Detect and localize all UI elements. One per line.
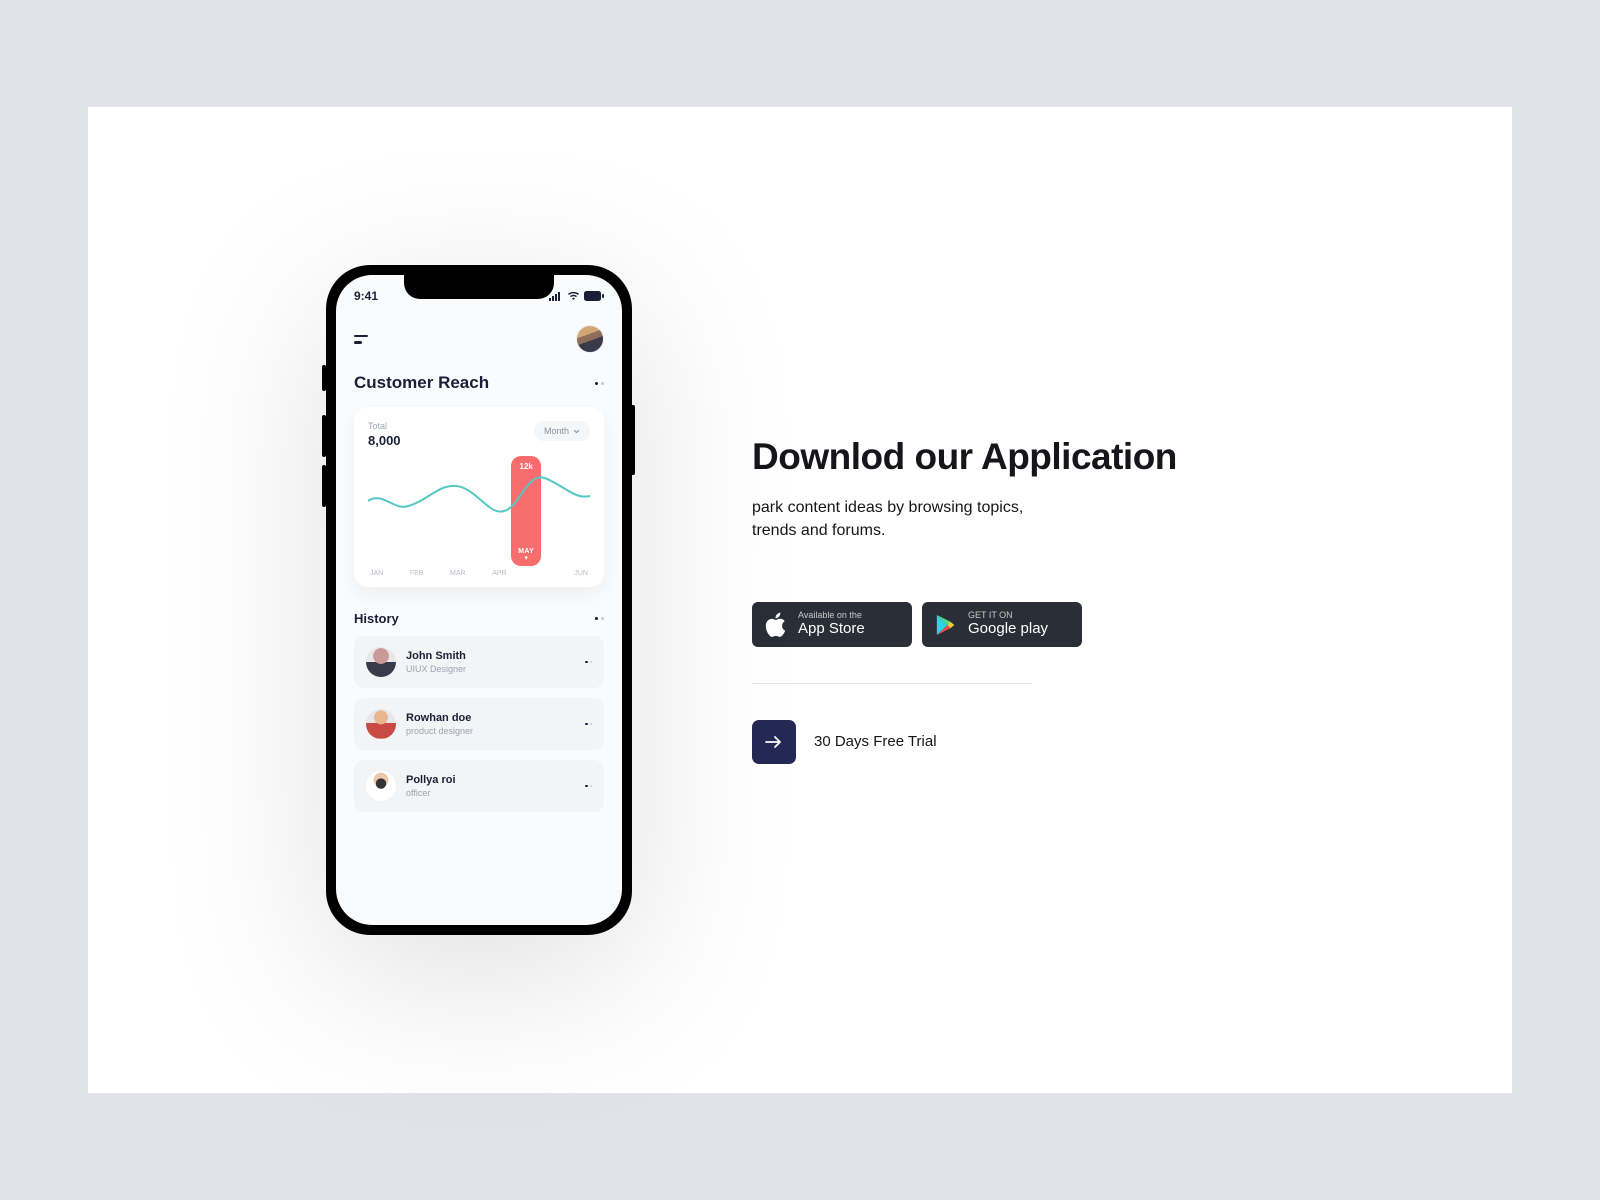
avatar <box>366 771 396 801</box>
list-item-name: John Smith <box>406 650 575 662</box>
period-label: Month <box>544 426 569 436</box>
chart-x-axis: JAN FEB MAR APR MAY JUN <box>368 570 590 577</box>
chart-total: Total 8,000 <box>368 421 401 448</box>
list-item[interactable]: John Smith UIUX Designer <box>354 636 604 688</box>
reach-pager-dots[interactable] <box>595 382 604 385</box>
app-store-button[interactable]: Available on the App Store <box>752 602 912 646</box>
chart-top: Total 8,000 Month <box>368 421 590 448</box>
history-title: History <box>354 611 399 626</box>
status-time: 9:41 <box>354 289 378 303</box>
history-header: History <box>336 601 622 636</box>
apple-icon <box>764 612 788 638</box>
list-item-role: officer <box>406 788 575 798</box>
list-item-role: UIUX Designer <box>406 664 575 674</box>
chart-area: 12k MAY ▾ <box>368 456 590 566</box>
power-button <box>631 405 635 475</box>
list-item-name: Pollya roi <box>406 774 575 786</box>
list-item-text: Rowhan doe product designer <box>406 712 575 736</box>
chart-month: APR <box>492 570 506 577</box>
arrow-right-icon <box>765 735 783 749</box>
divider <box>752 683 1032 684</box>
more-icon[interactable] <box>585 661 592 664</box>
phone-mockup: 9:41 Customer Reach <box>326 265 632 935</box>
google-play-button[interactable]: GET IT ON Google play <box>922 602 1082 646</box>
period-selector[interactable]: Month <box>534 421 590 441</box>
more-icon[interactable] <box>585 785 592 788</box>
promo-content: Downlod our Application park content ide… <box>752 436 1177 764</box>
chart-month: JUN <box>574 570 588 577</box>
chart-line <box>368 456 590 536</box>
phone-notch <box>404 275 554 299</box>
more-icon[interactable] <box>585 723 592 726</box>
profile-avatar[interactable] <box>576 325 604 353</box>
phone-screen: 9:41 Customer Reach <box>336 275 622 925</box>
menu-icon[interactable] <box>354 335 368 344</box>
google-play-icon <box>934 612 958 638</box>
store-buttons: Available on the App Store GET IT ON Goo… <box>752 602 1177 646</box>
chart-month: MAR <box>450 570 466 577</box>
chevron-down-icon: ▾ <box>524 554 528 562</box>
wifi-icon <box>567 291 580 301</box>
list-item-name: Rowhan doe <box>406 712 575 724</box>
status-icons <box>549 291 604 301</box>
trial-label: 30 Days Free Trial <box>814 733 937 750</box>
app-topbar <box>336 311 622 363</box>
list-item-role: product designer <box>406 726 575 736</box>
history-list: John Smith UIUX Designer Rowhan doe prod… <box>336 636 622 812</box>
volume-up <box>322 415 326 457</box>
trial-button[interactable] <box>752 720 796 764</box>
list-item-text: John Smith UIUX Designer <box>406 650 575 674</box>
chevron-down-icon <box>573 428 580 435</box>
list-item[interactable]: Pollya roi officer <box>354 760 604 812</box>
battery-icon <box>584 291 604 301</box>
reach-title: Customer Reach <box>354 373 489 393</box>
history-pager-dots[interactable] <box>595 617 604 620</box>
app-store-title: App Store <box>798 621 865 638</box>
reach-header: Customer Reach <box>336 363 622 403</box>
chart-month: FEB <box>410 570 424 577</box>
volume-down <box>322 465 326 507</box>
avatar <box>366 709 396 739</box>
promo-card: 9:41 Customer Reach <box>88 107 1512 1093</box>
list-item-text: Pollya roi officer <box>406 774 575 798</box>
chart-total-label: Total <box>368 421 401 431</box>
trial-row: 30 Days Free Trial <box>752 720 1177 764</box>
chart-total-value: 8,000 <box>368 433 401 448</box>
page-title: Downlod our Application <box>752 436 1177 478</box>
signal-icon <box>549 291 563 301</box>
list-item[interactable]: Rowhan doe product designer <box>354 698 604 750</box>
google-play-title: Google play <box>968 621 1048 638</box>
reach-chart-card: Total 8,000 Month 12k MAY ▾ <box>354 407 604 587</box>
phone-frame: 9:41 Customer Reach <box>326 265 632 935</box>
app-store-text: Available on the App Store <box>798 611 865 637</box>
google-play-text: GET IT ON Google play <box>968 611 1048 637</box>
chart-month: JAN <box>370 570 383 577</box>
mute-switch <box>322 365 326 391</box>
avatar <box>366 647 396 677</box>
page-subtitle: park content ideas by browsing topics, t… <box>752 496 1177 542</box>
